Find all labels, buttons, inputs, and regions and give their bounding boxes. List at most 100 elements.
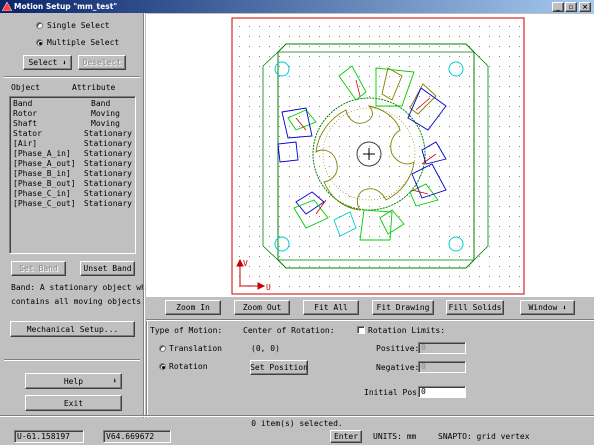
v-coordinate-field: V64.669672 (103, 430, 171, 443)
window-title: Motion Setup "mm_test" (14, 2, 118, 11)
divider (143, 13, 145, 418)
negative-field[interactable]: 0 (418, 361, 466, 373)
zoom-in-button[interactable]: Zoom In (165, 300, 221, 315)
list-item[interactable]: [Phase_C_out] Stationary (13, 199, 132, 209)
divider (4, 76, 140, 78)
help-button[interactable]: Help ⬇ (25, 373, 122, 389)
multiple-select-label[interactable]: Multiple Select (47, 38, 119, 47)
object-name: Rotor (13, 109, 38, 118)
window-menu-button[interactable]: Window ⬇ (520, 300, 575, 315)
object-column-header: Object (11, 83, 40, 92)
object-name: [Phase_B_out] (13, 179, 76, 188)
list-item[interactable]: Rotor Moving (13, 109, 132, 119)
object-attribute: Moving (91, 109, 120, 118)
single-select-radio[interactable] (36, 22, 43, 29)
fit-drawing-button[interactable]: Fit Drawing (372, 300, 434, 315)
initial-pos-field[interactable]: 0 (418, 386, 466, 398)
list-item[interactable]: [Phase_C_in] Stationary (13, 189, 132, 199)
list-item[interactable]: Shaft Moving (13, 119, 132, 129)
object-attribute: Stationary (83, 149, 132, 158)
multiple-select-radio[interactable] (36, 39, 43, 46)
divider (0, 415, 594, 417)
object-list[interactable]: Band Band Rotor Moving Shaft Moving Stator S… (9, 96, 136, 254)
object-name: Stator (13, 129, 42, 138)
object-name: [Phase_A_in] (13, 149, 71, 158)
translation-radio[interactable] (159, 345, 166, 352)
list-item[interactable]: [Phase_B_in] Stationary (13, 169, 132, 179)
single-select-label[interactable]: Single Select (47, 21, 110, 30)
initial-pos-value: 0 (421, 387, 426, 396)
select-button[interactable]: Select ⬇ (23, 55, 72, 70)
object-name: [Air] (13, 139, 38, 148)
v-value: 64.669672 (110, 432, 155, 441)
list-item[interactable]: [Air] Stationary (13, 139, 132, 149)
zoom-in-button-label: Zoom In (176, 303, 210, 312)
set-position-button[interactable]: Set Position (250, 360, 308, 375)
title-bar: Motion Setup "mm_test" _ ▫ × (0, 0, 594, 13)
motion-panel: Type of Motion: Translation Rotation Cen… (146, 321, 594, 418)
band-description: contains all moving objects. (11, 297, 146, 306)
set-band-button[interactable]: Set Band (11, 261, 66, 276)
divider (146, 321, 148, 418)
enter-button[interactable]: Enter (330, 430, 362, 443)
selection-status: 0 item(s) selected. (0, 418, 594, 430)
mechanical-setup-button-label: Mechanical Setup... (26, 324, 119, 334)
object-name: [Phase_B_in] (13, 169, 71, 178)
object-attribute: Stationary (83, 189, 132, 198)
object-attribute: Stationary (83, 139, 132, 148)
drawing-canvas[interactable]: V U (146, 14, 594, 297)
center-of-rotation-label: Center of Rotation: (243, 326, 335, 335)
unset-band-button-label: Unset Band (83, 264, 132, 273)
object-name: [Phase_C_in] (13, 189, 71, 198)
list-item[interactable]: Band Band (13, 99, 132, 109)
exit-button[interactable]: Exit (25, 395, 122, 411)
fit-all-button[interactable]: Fit All (303, 300, 359, 315)
object-attribute: Stationary (83, 179, 132, 188)
translation-label[interactable]: Translation (169, 344, 222, 353)
zoom-out-button[interactable]: Zoom Out (234, 300, 290, 315)
negative-value: 0 (421, 362, 426, 371)
rotation-limits-checkbox[interactable] (357, 326, 365, 334)
object-name: Shaft (13, 119, 38, 128)
set-position-button-label: Set Position (250, 363, 308, 372)
positive-value: 0 (421, 343, 426, 352)
deselect-button[interactable]: Deselect (78, 55, 126, 70)
axis-u-label: U (266, 283, 271, 292)
mechanical-setup-button[interactable]: Mechanical Setup... (10, 321, 135, 337)
positive-field[interactable]: 0 (418, 342, 466, 354)
minimize-icon[interactable]: _ (552, 2, 564, 12)
object-name: Band (13, 99, 33, 108)
deselect-button-label: Deselect (82, 58, 122, 67)
list-item[interactable]: Stator Stationary (13, 129, 132, 139)
maximize-icon[interactable]: ▫ (565, 2, 577, 12)
fill-solids-button-label: Fill Solids (448, 303, 502, 312)
snap-status: SNAPTO: grid vertex (438, 432, 530, 441)
object-attribute: Stationary (83, 199, 132, 208)
close-icon[interactable]: × (579, 2, 591, 12)
initial-pos-label: Initial Pos: (364, 388, 422, 397)
motor-drawing[interactable]: V U (146, 14, 594, 297)
object-attribute: Stationary (83, 169, 132, 178)
grid (232, 18, 524, 294)
rotation-label[interactable]: Rotation (169, 362, 208, 371)
u-value: -61.158197 (21, 432, 70, 441)
object-attribute: Band (91, 99, 111, 108)
fit-all-button-label: Fit All (314, 303, 348, 312)
fill-solids-button[interactable]: Fill Solids (446, 300, 504, 315)
help-button-label: Help (63, 376, 84, 386)
menu-arrow-icon: ⬇ (562, 303, 567, 312)
status-bar: U-61.158197 V64.669672 Enter UNITS: mm S… (0, 430, 594, 445)
attribute-column-header: Attribute (72, 83, 116, 92)
list-item[interactable]: [Phase_B_out] Stationary (13, 179, 132, 189)
list-item[interactable]: [Phase_A_in] Stationary (13, 149, 132, 159)
list-item[interactable]: [Phase_A_out] Stationary (13, 159, 132, 169)
unset-band-button[interactable]: Unset Band (80, 261, 135, 276)
rotation-limits-label: Rotation Limits: (368, 326, 446, 335)
object-attribute: Stationary (83, 129, 132, 138)
positive-label: Positive: (376, 344, 420, 353)
object-attribute: Moving (91, 119, 120, 128)
type-of-motion-label: Type of Motion: (150, 326, 223, 335)
rotation-radio[interactable] (159, 363, 166, 370)
object-name: [Phase_A_out] (13, 159, 76, 168)
negative-label: Negative: (376, 363, 420, 372)
